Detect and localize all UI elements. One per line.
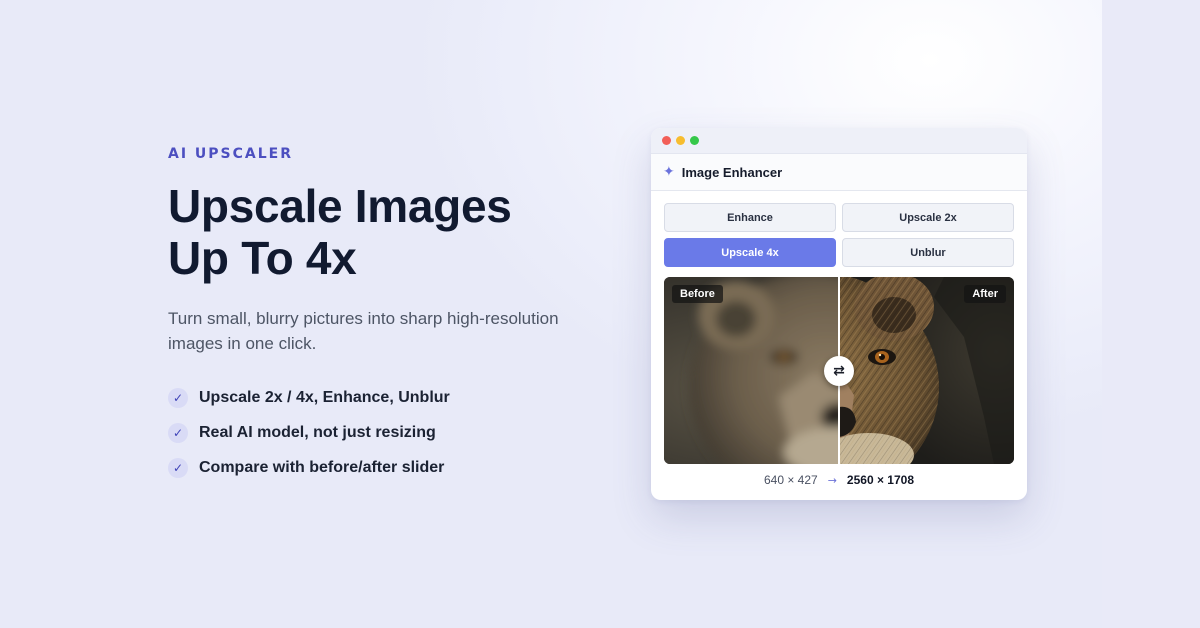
maximize-dot-icon[interactable] — [690, 136, 699, 145]
app-window: ✦ Image Enhancer Enhance Upscale 2x Upsc… — [651, 128, 1027, 500]
check-icon: ✓ — [168, 387, 188, 408]
page-title: Upscale Images Up To 4x — [168, 180, 588, 284]
after-image — [839, 277, 1014, 464]
subtitle: Turn small, blurry pictures into sharp h… — [168, 309, 559, 353]
feature-item: ✓ Real AI model, not just resizing — [168, 415, 588, 450]
after-label: After — [964, 285, 1006, 303]
mode-button-upscale-2x[interactable]: Upscale 2x — [842, 203, 1014, 232]
resolution-readout: 640 × 427 → 2560 × 1708 — [651, 473, 1027, 487]
swap-arrows-icon[interactable]: ⇄ — [824, 356, 854, 386]
headline-line-2: Up To 4x — [168, 232, 357, 284]
app-header: ✦ Image Enhancer — [651, 154, 1027, 191]
before-after-comparison[interactable]: ⇄ Before After — [664, 277, 1014, 464]
feature-text: Real AI model, not just resizing — [199, 423, 436, 441]
upscaled-resolution: 2560 × 1708 — [846, 473, 914, 487]
feature-text: Upscale 2x / 4x, Enhance, Unblur — [199, 388, 450, 406]
window-titlebar — [651, 128, 1027, 154]
sparkle-icon: ✦ — [663, 164, 675, 180]
headline-line-1: Upscale Images — [168, 180, 512, 232]
before-label: Before — [672, 285, 723, 303]
page-edge-band — [1102, 0, 1200, 628]
check-icon: ✓ — [168, 457, 188, 478]
feature-item: ✓ Compare with before/after slider — [168, 450, 588, 485]
arrow-right-icon: → — [827, 473, 837, 487]
original-resolution: 640 × 427 — [763, 473, 818, 487]
check-icon: ✓ — [168, 422, 188, 443]
before-image — [664, 277, 839, 464]
mode-button-unblur[interactable]: Unblur — [842, 238, 1014, 267]
feature-list: ✓ Upscale 2x / 4x, Enhance, Unblur ✓ Rea… — [168, 380, 588, 485]
mode-button-upscale-4x[interactable]: Upscale 4x — [664, 238, 836, 267]
app-title: Image Enhancer — [681, 164, 783, 180]
minimize-dot-icon[interactable] — [676, 136, 685, 145]
mode-selector: Enhance Upscale 2x Upscale 4x Unblur — [664, 203, 1014, 267]
eyebrow-label: AI UPSCALER — [168, 146, 294, 162]
close-dot-icon[interactable] — [662, 136, 671, 145]
feature-item: ✓ Upscale 2x / 4x, Enhance, Unblur — [168, 380, 588, 415]
feature-text: Compare with before/after slider — [199, 458, 445, 476]
hero-text: AI UPSCALER Upscale Images Up To 4x Turn… — [168, 146, 588, 485]
mode-button-enhance[interactable]: Enhance — [664, 203, 836, 232]
